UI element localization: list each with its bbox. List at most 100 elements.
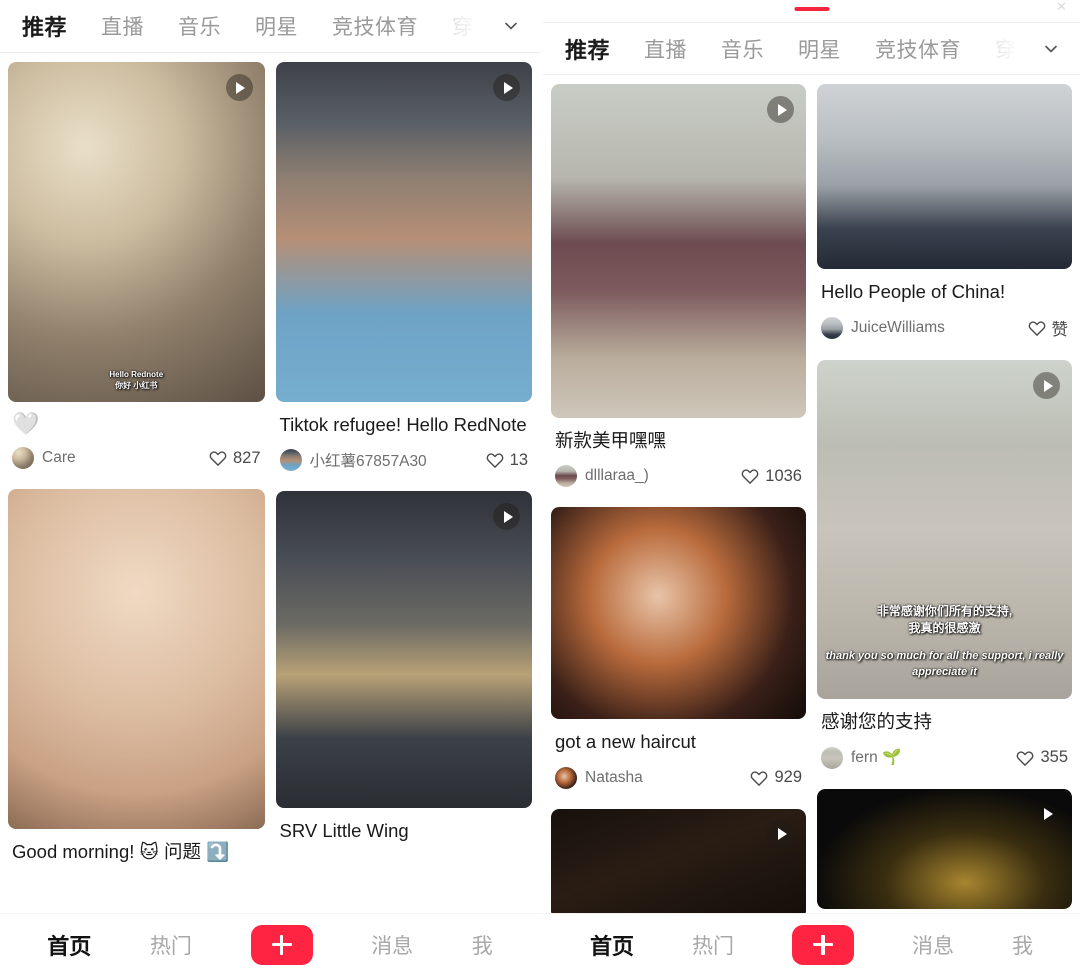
card-author[interactable]: fern 🌱	[821, 746, 901, 769]
tab-item[interactable]: 竞技体育	[875, 34, 961, 64]
play-icon[interactable]	[1033, 801, 1060, 828]
tab-item[interactable]: 直播	[101, 11, 144, 41]
card-thumbnail[interactable]	[817, 788, 1072, 909]
like-count[interactable]: 13	[486, 451, 528, 470]
feed-card[interactable]: Tiktok refugee! Hello RedNote 小红薯67857A30…	[275, 62, 532, 483]
card-thumbnail[interactable]	[551, 507, 806, 720]
bottom-navigation[interactable]: 首页 热门 消息 我	[0, 913, 540, 975]
feed-card[interactable]: got a new haircut Natasha 929	[551, 507, 806, 800]
avatar[interactable]	[555, 465, 577, 488]
card-thumbnail[interactable]	[551, 84, 806, 418]
tab-item[interactable]: 音乐	[721, 34, 764, 64]
tab-active-item[interactable]: 推荐	[565, 33, 610, 65]
author-name[interactable]: dlllaraa_)	[585, 467, 649, 485]
card-author[interactable]: 小红薯67857A30	[279, 449, 427, 472]
feed-card[interactable]	[817, 788, 1072, 909]
play-icon[interactable]	[767, 96, 794, 123]
heart-icon[interactable]	[741, 467, 759, 485]
feed-card[interactable]: 非常感谢你们所有的支持, 我真的很感激 thank you so much for…	[817, 360, 1072, 780]
tab-item[interactable]: 明星	[798, 34, 841, 64]
author-name[interactable]: fern 🌱	[851, 748, 901, 767]
card-thumbnail[interactable]	[551, 808, 806, 913]
author-name[interactable]: Care	[42, 449, 76, 467]
heart-icon[interactable]	[1028, 319, 1046, 337]
author-name[interactable]: JuiceWilliams	[851, 319, 945, 337]
nav-item[interactable]: 我	[1012, 930, 1033, 960]
heart-icon[interactable]	[1016, 749, 1034, 767]
nav-item[interactable]: 消息	[371, 930, 413, 960]
feed-card[interactable]: Hello People of China! JuiceWilliams 赞	[817, 84, 1072, 352]
heart-icon[interactable]	[750, 769, 768, 787]
card-author[interactable]: JuiceWilliams	[821, 317, 945, 340]
tab-active-item[interactable]: 推荐	[22, 10, 67, 42]
play-icon[interactable]	[225, 74, 253, 101]
card-title[interactable]: SRV Little Wing	[280, 818, 529, 844]
card-author[interactable]: dlllaraa_)	[555, 465, 649, 488]
play-icon[interactable]	[493, 503, 520, 531]
card-thumbnail[interactable]	[817, 84, 1072, 269]
avatar[interactable]	[12, 447, 34, 470]
feed-card[interactable]: 新款美甲嘿嘿 dlllaraa_) 1036	[551, 84, 806, 499]
nav-item[interactable]: 首页	[47, 929, 91, 961]
card-thumbnail[interactable]	[275, 62, 532, 402]
card-title[interactable]: 感谢您的支持	[821, 709, 1068, 735]
nav-item[interactable]: 消息	[912, 930, 954, 960]
tab-item[interactable]: 直播	[644, 34, 687, 64]
feed-card[interactable]: SRV Little Wing	[275, 491, 532, 856]
card-thumbnail[interactable]: 非常感谢你们所有的支持, 我真的很感激 thank you so much for…	[817, 360, 1072, 700]
chevron-down-icon[interactable]	[1036, 33, 1066, 64]
heart-icon[interactable]	[209, 449, 227, 467]
tab-item[interactable]: 明星	[255, 11, 298, 41]
card-title[interactable]: Good morning! 🐱 问题 ⤵️	[12, 839, 261, 865]
create-post-button[interactable]	[250, 924, 313, 965]
avatar[interactable]	[279, 449, 302, 472]
category-tabbar[interactable]: 推荐 直播 音乐 明星 竞技体育 穿	[0, 0, 540, 53]
card-meta: got a new haircut Natasha 929	[551, 719, 806, 799]
card-thumbnail[interactable]	[8, 489, 265, 830]
nav-item[interactable]: 热门	[692, 930, 734, 960]
nav-item[interactable]: 热门	[150, 930, 192, 960]
like-count[interactable]: 1036	[741, 467, 802, 486]
like-count[interactable]: 赞	[1028, 316, 1069, 340]
feed-column: Hello Rednote 你好 小红书 🤍 Care 827 Good morning!…	[8, 62, 265, 877]
like-count[interactable]: 355	[1016, 748, 1068, 767]
card-author[interactable]: Care	[12, 447, 76, 470]
card-title[interactable]: 新款美甲嘿嘿	[555, 428, 802, 454]
tab-item[interactable]: 竞技体育	[332, 11, 418, 41]
author-name[interactable]: Natasha	[585, 769, 643, 787]
feed-grid[interactable]: 新款美甲嘿嘿 dlllaraa_) 1036 got a new haircut Nat…	[543, 76, 1080, 913]
card-title[interactable]: 🤍	[12, 411, 261, 436]
tab-item[interactable]: 穿	[995, 34, 1017, 64]
chevron-down-icon[interactable]	[496, 11, 526, 41]
tab-item[interactable]: 穿	[452, 11, 474, 41]
play-icon[interactable]	[493, 74, 520, 101]
play-icon[interactable]	[767, 820, 794, 848]
card-thumbnail[interactable]	[275, 491, 532, 809]
avatar[interactable]	[555, 766, 577, 789]
card-title[interactable]: Hello People of China!	[821, 279, 1068, 305]
tab-item[interactable]: 音乐	[178, 11, 221, 41]
feed-grid[interactable]: Hello Rednote 你好 小红书 🤍 Care 827 Good morning!…	[0, 54, 540, 913]
card-title[interactable]: Tiktok refugee! Hello RedNote	[280, 412, 529, 438]
feed-card[interactable]: Hello Rednote 你好 小红书 🤍 Care 827	[8, 62, 265, 481]
like-count[interactable]: 827	[209, 449, 261, 468]
card-thumbnail[interactable]: Hello Rednote 你好 小红书	[8, 62, 265, 402]
play-icon[interactable]	[1033, 372, 1060, 400]
close-icon[interactable]: ✕	[1056, 0, 1067, 13]
like-count-value: 赞	[1051, 321, 1069, 340]
author-name[interactable]: 小红薯67857A30	[310, 449, 427, 471]
feed-card[interactable]	[551, 808, 806, 913]
like-count[interactable]: 929	[750, 768, 802, 787]
card-title[interactable]: got a new haircut	[555, 729, 802, 755]
feed-card[interactable]: Good morning! 🐱 问题 ⤵️	[8, 489, 265, 877]
heart-icon[interactable]	[486, 451, 504, 469]
card-author[interactable]: Natasha	[555, 766, 643, 789]
page-indicator-bar	[794, 7, 829, 11]
avatar[interactable]	[821, 746, 843, 769]
category-tabbar[interactable]: 推荐 直播 音乐 明星 竞技体育 穿	[543, 22, 1080, 75]
avatar[interactable]	[821, 317, 843, 340]
nav-item[interactable]: 首页	[590, 929, 634, 961]
nav-item[interactable]: 我	[472, 930, 493, 960]
bottom-navigation[interactable]: 首页 热门 消息 我	[543, 913, 1080, 975]
create-post-button[interactable]	[791, 924, 854, 965]
